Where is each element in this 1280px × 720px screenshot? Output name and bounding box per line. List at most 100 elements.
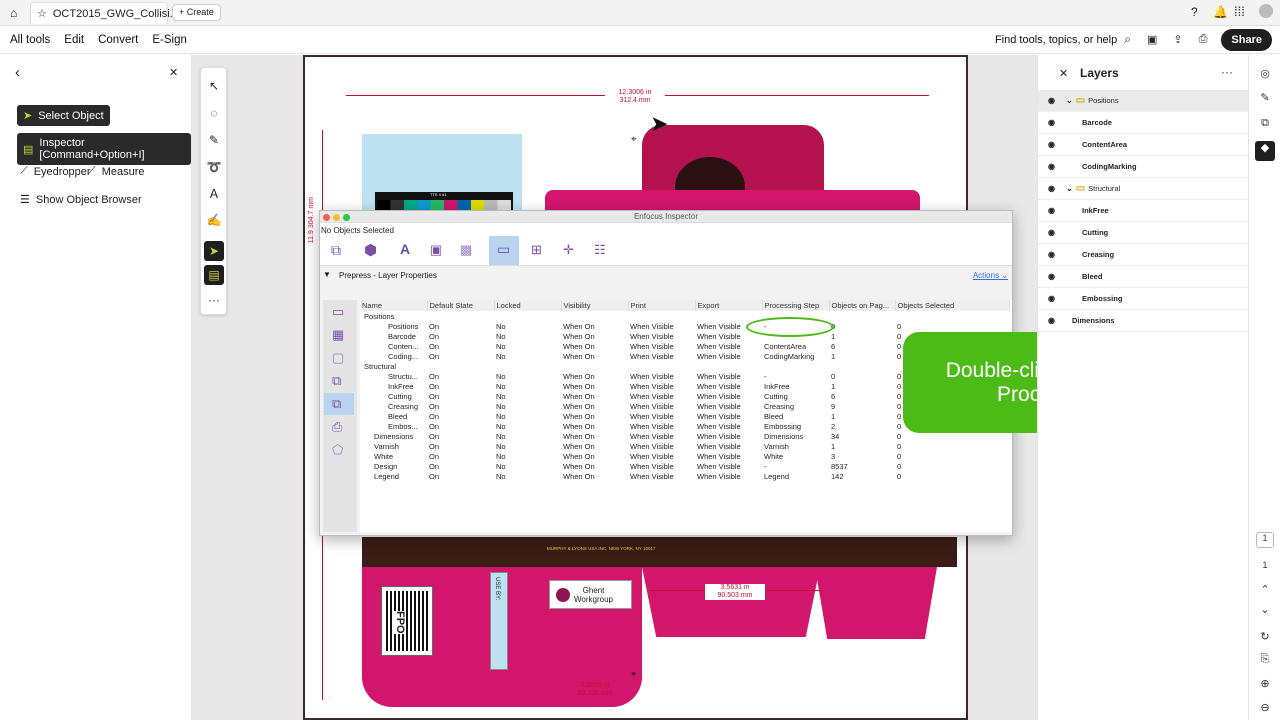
table-row[interactable]: Positions [360,311,1009,321]
zoom-out-icon[interactable]: ⊖ [1257,701,1273,717]
prepress-category-tab[interactable]: ⧉ [324,393,354,415]
actions-menu[interactable]: Actions ⌄ [973,271,1008,280]
close-window-button[interactable] [323,214,330,221]
eye-icon[interactable]: ◉ [1048,272,1062,281]
inspector-icon[interactable]: ▤ [204,265,224,285]
zoom-window-button[interactable] [343,214,350,221]
home-icon[interactable]: ⌂ [10,6,17,20]
page-number-input[interactable]: 1 [1256,532,1274,548]
back-arrow-icon[interactable]: ‹ [15,64,20,81]
select-object-icon[interactable]: ➤ [204,241,224,261]
column-header[interactable]: Locked [494,300,562,311]
layer-item[interactable]: ◉ CodingMarking [1038,156,1249,178]
column-header[interactable]: Print [628,300,696,311]
layer-item[interactable]: ◉ ContentArea [1038,134,1249,156]
eyedropper-tool[interactable]: ⟋ Eyedropper [20,165,91,178]
help-icon[interactable]: ? [1191,5,1198,19]
avatar[interactable] [1259,4,1273,18]
assistant-icon[interactable]: ◎ [1257,67,1273,83]
image-icon[interactable]: ▣ [430,242,442,258]
object-icon[interactable]: ⧉ [331,242,341,259]
eye-icon[interactable]: ◉ [1048,250,1062,259]
text-icon[interactable]: A [400,241,410,257]
table-row[interactable]: Legend On No When On When Visible When Visibl… [360,471,1009,481]
chevron-down-icon[interactable]: ⌄ [1257,603,1273,619]
share-button[interactable]: Share [1221,28,1272,51]
eye-icon[interactable]: ◉ [1048,206,1062,215]
eye-icon[interactable]: ◉ [1048,140,1062,149]
find-tools-link[interactable]: Find tools, topics, or help [988,34,1124,46]
table-row[interactable]: White On No When On When Visible When Visible… [360,451,1009,461]
transparency-icon[interactable]: ▩ [460,242,472,258]
collapse-triangle-icon[interactable]: ▼ [323,270,331,279]
layers-icon[interactable]: ◆ [1255,141,1275,161]
layer-item[interactable]: ◉ ⌄ ▭ Structural [1038,178,1249,200]
text-select-icon[interactable]: Ａ [204,183,224,203]
pointer-icon[interactable]: ↖ [204,76,224,96]
refresh-icon[interactable]: ↻ [1257,630,1273,646]
layer-item[interactable]: ◉ Creasing [1038,244,1249,266]
separations-category-icon[interactable]: ▦ [332,327,344,343]
edit-text-icon[interactable]: ✎ [1257,91,1273,107]
more-icon[interactable]: ··· [204,290,224,310]
pages-icon[interactable]: ⧉ [1257,117,1273,133]
show-object-browser-tool[interactable]: ☰ Show Object Browser [20,193,142,207]
fill-sign-icon[interactable]: ✍ [204,210,224,230]
column-header[interactable]: Export [695,300,763,311]
layer-item[interactable]: ◉ InkFree [1038,200,1249,222]
menu-edit[interactable]: Edit [57,34,91,46]
inspector-tool[interactable]: ▤ Inspector [Command+Option+I] [17,133,191,165]
grid-icon[interactable]: ⊞ [531,242,542,258]
crop-marks-icon[interactable]: ✛ [563,242,574,258]
document-tab[interactable]: ☆ OCT2015_GWG_Collisi... ✕ [30,2,194,24]
layer-item[interactable]: ◉ Cutting [1038,222,1249,244]
eye-icon[interactable]: ◉ [1048,118,1062,127]
layer-item[interactable]: ◉ Embossing [1038,288,1249,310]
layer-properties-tab[interactable]: ▭ [489,236,519,265]
overprint-category-icon[interactable]: ⧉ [332,373,341,389]
column-header[interactable]: Objects on Pag... [829,300,896,311]
lasso-icon[interactable]: ➰ [204,157,224,177]
eye-icon[interactable]: ◉ [1048,316,1062,325]
layer-item[interactable]: ◉ Bleed [1038,266,1249,288]
extract-page-icon[interactable]: ⎘ [1257,653,1273,669]
print-category-icon[interactable]: ⎙ [332,419,342,435]
table-row[interactable]: Varnish On No When On When Visible When Visib… [360,441,1009,451]
shape-icon[interactable]: ⬢ [364,241,377,259]
eye-icon[interactable]: ◉ [1048,96,1062,105]
create-button[interactable]: + Create [172,4,221,21]
chevron-down-icon[interactable]: ⌄ [1066,184,1073,193]
star-icon[interactable]: ☆ [37,7,47,20]
eye-icon[interactable]: ◉ [1048,228,1062,237]
table-row[interactable]: Design On No When On When Visible When Visibl… [360,461,1009,471]
comment-icon[interactable]: ◌ [204,103,224,123]
search-icon[interactable]: ⌕ [1124,32,1131,47]
layer-item[interactable]: ◉ Barcode [1038,112,1249,134]
column-header[interactable]: Visibility [561,300,629,311]
bell-icon[interactable]: 🔔 [1213,5,1228,19]
eye-icon[interactable]: ◉ [1048,294,1062,303]
close-icon[interactable]: ✕ [169,66,178,79]
tag-category-icon[interactable]: ⬠ [332,442,343,458]
layers-category-icon[interactable]: ▭ [332,304,344,320]
column-header[interactable]: Processing Step [762,300,830,311]
layers-options-icon[interactable]: ··· [1221,65,1233,79]
layer-item[interactable]: ◉ Dimensions [1038,310,1249,332]
zoom-in-icon[interactable]: ⊕ [1257,677,1273,693]
page-category-icon[interactable]: ▢ [332,350,344,366]
menu-convert[interactable]: Convert [91,34,145,46]
column-header[interactable]: Default State [427,300,495,311]
table-row[interactable]: Dimensions On No When On When Visible When Vi… [360,431,1009,441]
column-header[interactable]: Objects Selected [895,300,1010,311]
layer-item[interactable]: ◉ ⌄ ▭ Positions [1038,90,1249,112]
upload-icon[interactable]: ⇪ [1173,33,1182,46]
save-icon[interactable]: ▣ [1147,33,1157,46]
print-icon[interactable]: ⎙ [1199,33,1208,46]
table-row[interactable]: Positions On No When On When Visible When Vis… [360,321,1009,331]
chevron-down-icon[interactable]: ⌄ [1066,96,1073,105]
close-layers-icon[interactable]: ✕ [1059,67,1068,80]
menu-all-tools[interactable]: All tools [3,34,57,46]
document-info-icon[interactable]: ☷ [594,242,606,258]
minimize-window-button[interactable] [333,214,340,221]
column-header[interactable]: Name [360,300,428,311]
